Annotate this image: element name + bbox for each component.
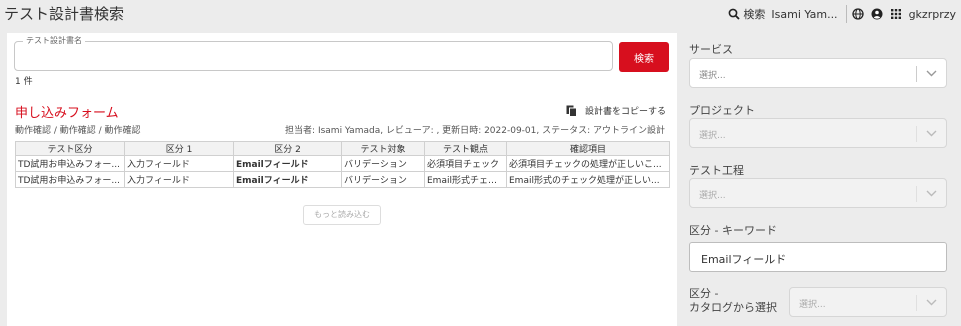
copy-icon xyxy=(566,105,577,117)
top-bar: テスト設計書検索 検索 Isami Yam... gkzrprzy xyxy=(0,0,961,28)
search-input[interactable]: テスト設計書名 xyxy=(14,35,613,71)
keyword-input-value: Emailフィールド xyxy=(701,253,787,266)
chevron-down-icon xyxy=(926,190,937,197)
table-row[interactable]: TD試用お申込みフォー... 入力フィールド Emailフィールド バリデーショ… xyxy=(15,155,670,172)
table-cell: TD試用お申込みフォー... xyxy=(15,171,125,188)
table-cell: 必須項目チェックの処理が正しいこ... xyxy=(506,155,670,172)
test-process-select[interactable]: 選択... xyxy=(689,178,947,208)
header-search-link[interactable]: 検索 xyxy=(743,6,765,22)
apps-grid-icon[interactable] xyxy=(890,8,902,20)
search-icon[interactable] xyxy=(728,8,741,20)
chevron-down-icon xyxy=(926,299,937,306)
catalog-select-value: 選択... xyxy=(799,300,826,310)
user-name[interactable]: Isami Yam... xyxy=(771,8,837,21)
column-header: テスト観点 xyxy=(424,141,507,156)
catalog-select[interactable]: 選択... xyxy=(789,287,947,317)
catalog-label-line2: カタログから選択 xyxy=(689,301,777,314)
catalog-label: 区分 - カタログから選択 xyxy=(689,287,777,315)
search-button[interactable]: 検索 xyxy=(619,42,669,72)
select-divider xyxy=(916,186,917,202)
column-header: 区分 2 xyxy=(233,141,342,156)
project-label: プロジェクト xyxy=(689,104,755,117)
table-cell: 入力フィールド xyxy=(124,171,234,188)
column-header: テスト区分 xyxy=(15,141,125,156)
service-label: サービス xyxy=(689,43,733,56)
result-count: 1 件 xyxy=(15,77,33,87)
table-cell: Emailフィールド xyxy=(233,171,342,188)
chevron-down-icon xyxy=(926,130,937,137)
table-cell: バリデーション xyxy=(341,171,425,188)
service-select-value: 選択... xyxy=(699,71,726,81)
project-select[interactable]: 選択... xyxy=(689,118,947,148)
app-title: テスト設計書検索 xyxy=(4,5,125,23)
column-header: 区分 1 xyxy=(124,141,234,156)
table-cell: Email形式のチェック処理が正しい... xyxy=(506,171,670,188)
result-meta: 担当者: Isami Yamada, レビューア: , 更新日時: 2022-0… xyxy=(285,126,665,136)
table-cell: TD試用お申込みフォー... xyxy=(15,155,125,172)
load-more-button[interactable]: もっと読み込む xyxy=(303,205,381,225)
catalog-label-line1: 区分 - xyxy=(689,287,719,300)
globe-icon[interactable] xyxy=(851,8,864,20)
search-field-label: テスト設計書名 xyxy=(23,35,85,46)
keyword-label: 区分 - キーワード xyxy=(689,224,777,237)
project-select-value: 選択... xyxy=(699,131,726,141)
column-header: 確認項目 xyxy=(506,141,670,156)
select-divider xyxy=(916,126,917,142)
result-table: テスト区分 区分 1 区分 2 テスト対象 テスト観点 確認項目 TD試用お申込… xyxy=(15,141,670,188)
chevron-down-icon xyxy=(926,70,937,77)
table-header-row: テスト区分 区分 1 区分 2 テスト対象 テスト観点 確認項目 xyxy=(15,141,670,156)
header-actions: 検索 Isami Yam... gkzrprzy xyxy=(728,5,956,23)
column-header: テスト対象 xyxy=(341,141,425,156)
select-divider xyxy=(916,295,917,311)
user-id[interactable]: gkzrprzy xyxy=(909,8,956,21)
select-divider xyxy=(916,66,917,82)
keyword-input[interactable]: Emailフィールド xyxy=(689,242,947,272)
table-cell: Emailフィールド xyxy=(233,155,342,172)
copy-design-button[interactable]: 設計書をコピーする xyxy=(566,104,666,117)
test-process-select-value: 選択... xyxy=(699,191,726,201)
test-process-label: テスト工程 xyxy=(689,164,744,177)
table-cell: バリデーション xyxy=(341,155,425,172)
table-row[interactable]: TD試用お申込みフォー... 入力フィールド Emailフィールド バリデーショ… xyxy=(15,171,670,188)
table-cell: Email形式チェッ... xyxy=(424,171,507,188)
results-panel: テスト設計書名 検索 1 件 申し込みフォーム 動作確認 / 動作確認 / 動作… xyxy=(7,33,677,326)
table-cell: 必須項目チェック xyxy=(424,155,507,172)
user-icon[interactable] xyxy=(871,8,883,20)
copy-design-label: 設計書をコピーする xyxy=(585,107,667,117)
table-cell: 入力フィールド xyxy=(124,155,234,172)
service-select[interactable]: 選択... xyxy=(689,58,947,88)
header-divider xyxy=(845,5,847,23)
breadcrumb: 動作確認 / 動作確認 / 動作確認 xyxy=(15,126,141,136)
result-title-link[interactable]: 申し込みフォーム xyxy=(15,102,119,121)
